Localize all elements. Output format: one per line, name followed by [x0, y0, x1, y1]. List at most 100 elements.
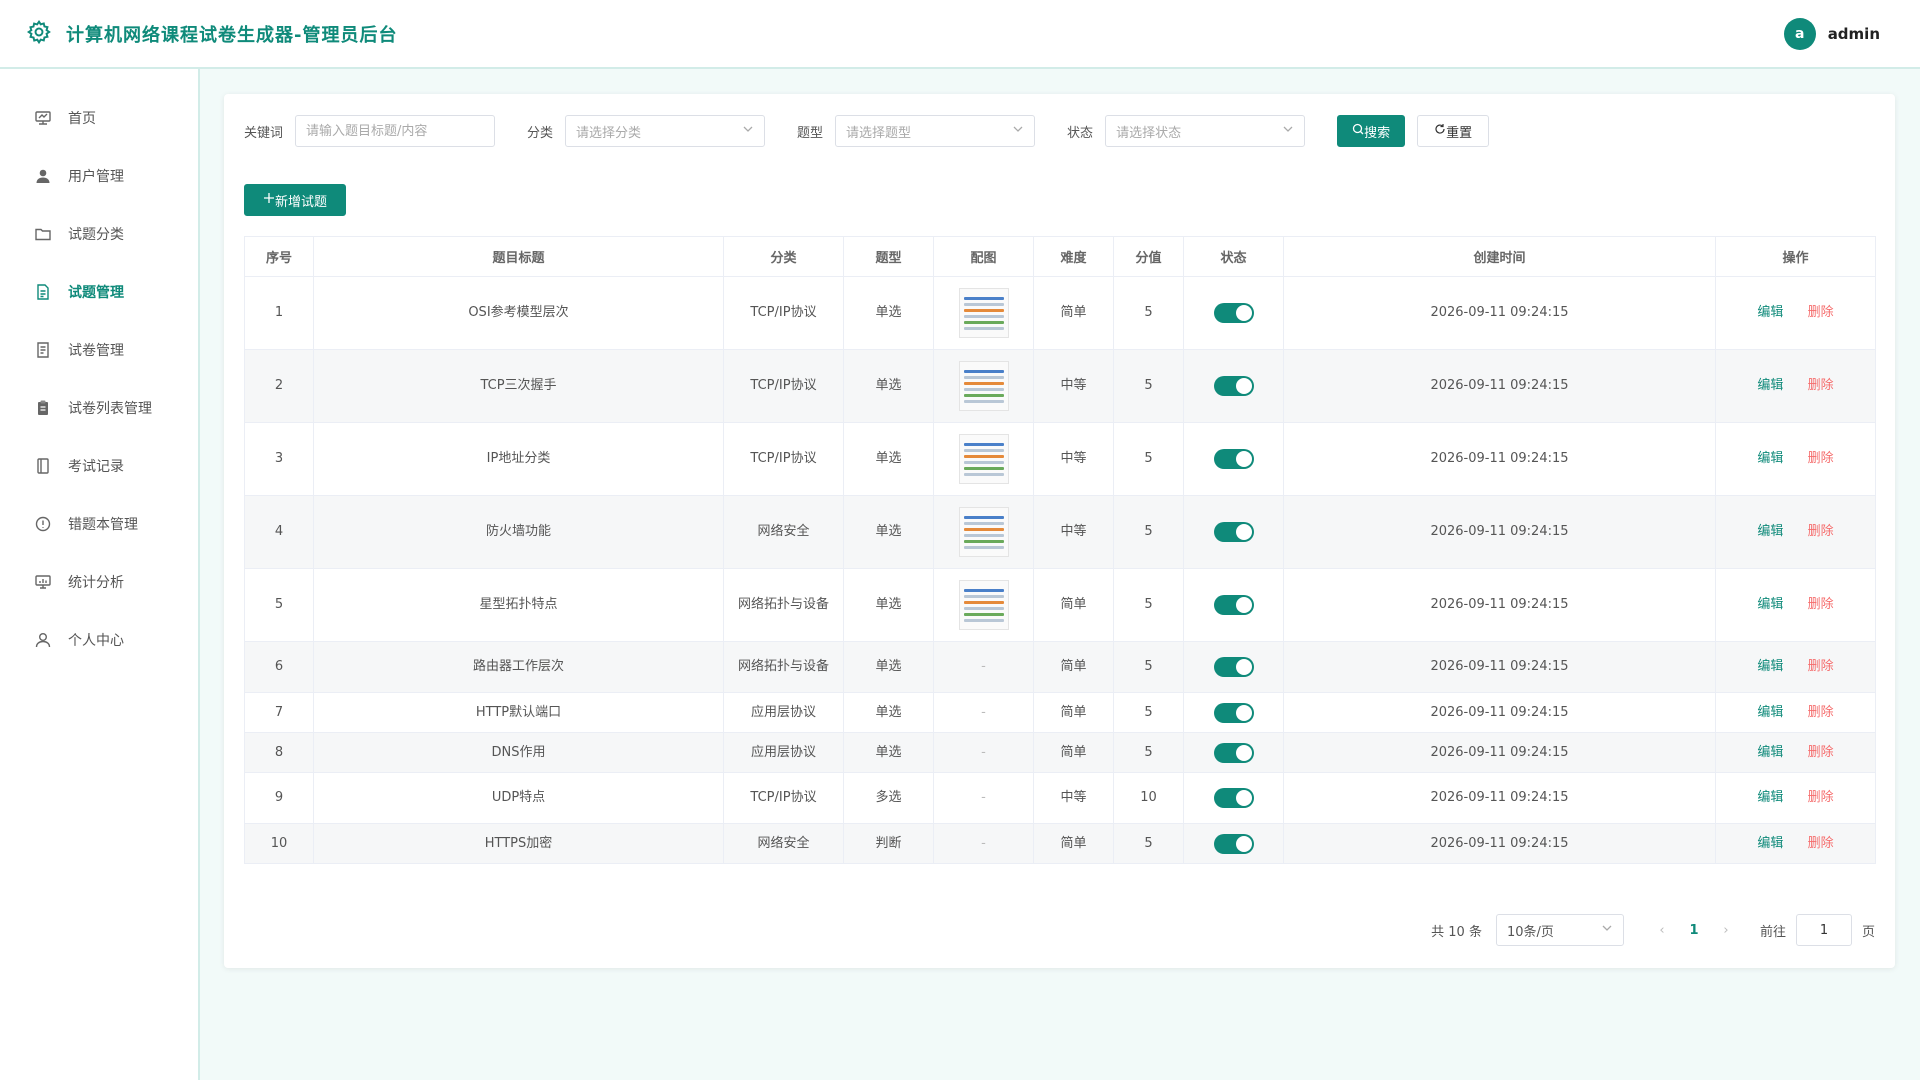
type-select[interactable]: 请选择题型 [835, 115, 1036, 147]
table-row: 10 HTTPS加密 网络安全 判断 - 简单 5 2026-09-11 09:… [244, 823, 1876, 864]
monitor-icon [34, 109, 52, 127]
delete-button[interactable]: 删除 [1808, 833, 1834, 855]
question-image[interactable] [958, 434, 1009, 484]
category-select[interactable]: 请选择分类 [565, 115, 766, 147]
question-title: 防火墙功能 [313, 495, 724, 569]
sidebar-item-5[interactable]: 试卷列表管理 [0, 379, 198, 437]
username[interactable]: admin [1828, 25, 1880, 43]
question-image[interactable] [958, 580, 1009, 630]
delete-button[interactable]: 删除 [1808, 742, 1834, 764]
actions-cell: 编辑 删除 [1715, 823, 1876, 864]
delete-button[interactable]: 删除 [1808, 375, 1834, 397]
status-toggle[interactable] [1213, 833, 1254, 854]
type-label: 题型 [797, 125, 824, 141]
edit-button[interactable]: 编辑 [1757, 521, 1783, 543]
plus-icon [263, 192, 275, 208]
column-header: 分类 [723, 236, 844, 277]
next-page-icon[interactable]: › [1710, 923, 1742, 938]
page-size-value: 10条/页 [1506, 924, 1554, 940]
status-toggle[interactable] [1213, 657, 1254, 677]
edit-button[interactable]: 编辑 [1757, 702, 1783, 724]
edit-button[interactable]: 编辑 [1757, 833, 1783, 855]
status-cell [1183, 276, 1284, 350]
status-toggle[interactable] [1213, 788, 1254, 808]
question-difficulty: 简单 [1033, 276, 1114, 350]
status-toggle[interactable] [1213, 522, 1254, 542]
delete-button[interactable]: 删除 [1808, 448, 1834, 470]
status-toggle[interactable] [1213, 376, 1254, 396]
status-toggle[interactable] [1213, 595, 1254, 615]
question-title: DNS作用 [313, 732, 724, 773]
add-question-button[interactable]: 新增试题 [244, 184, 346, 216]
edit-button[interactable]: 编辑 [1757, 302, 1783, 324]
sidebar-item-label: 错题本管理 [68, 517, 138, 533]
edit-button[interactable]: 编辑 [1757, 656, 1783, 678]
delete-button[interactable]: 删除 [1808, 302, 1834, 324]
sidebar-item-6[interactable]: 考试记录 [0, 437, 198, 495]
delete-button[interactable]: 删除 [1808, 521, 1834, 543]
question-title: HTTP默认端口 [313, 692, 724, 733]
question-type: 单选 [843, 349, 934, 423]
image-cell: - [933, 732, 1034, 773]
prev-page-icon[interactable]: ‹ [1646, 923, 1678, 938]
question-image[interactable] [958, 288, 1009, 338]
status-toggle[interactable] [1213, 742, 1254, 763]
avatar[interactable]: a [1783, 17, 1816, 50]
delete-button[interactable]: 删除 [1808, 702, 1834, 724]
status-toggle[interactable] [1213, 303, 1254, 323]
sidebar-item-0[interactable]: 首页 [0, 89, 198, 147]
status-select[interactable]: 请选择状态 [1105, 115, 1306, 147]
edit-button[interactable]: 编辑 [1757, 375, 1783, 397]
created-time: 2026-09-11 09:24:15 [1283, 276, 1716, 350]
created-time: 2026-09-11 09:24:15 [1283, 422, 1716, 496]
status-cell [1183, 823, 1284, 864]
status-toggle[interactable] [1213, 449, 1254, 469]
gear-icon [26, 19, 52, 49]
sidebar-item-8[interactable]: 统计分析 [0, 553, 198, 611]
row-number: 4 [244, 495, 314, 569]
image-cell [933, 568, 1034, 642]
main-card: 关键词 分类 请选择分类 题型 请选择题型 状态 请选择状态 搜索 重置 [224, 94, 1895, 968]
status-toggle[interactable] [1213, 702, 1254, 723]
image-cell: - [933, 641, 1034, 693]
page-number[interactable]: 1 [1678, 923, 1710, 938]
status-label: 状态 [1067, 125, 1094, 141]
column-header: 题型 [843, 236, 934, 277]
search-button[interactable]: 搜索 [1337, 115, 1406, 147]
keyword-input[interactable] [295, 115, 496, 147]
category-placeholder: 请选择分类 [576, 125, 642, 141]
page-size-select[interactable]: 10条/页 [1495, 914, 1624, 946]
reset-button-label: 重置 [1446, 125, 1473, 141]
search-icon [1352, 123, 1364, 139]
table-row: 2 TCP三次握手 TCP/IP协议 单选 中等 5 2026-09-11 09… [244, 349, 1876, 423]
question-image[interactable] [958, 361, 1009, 411]
sidebar-item-4[interactable]: 试卷管理 [0, 321, 198, 379]
edit-button[interactable]: 编辑 [1757, 742, 1783, 764]
sidebar-item-2[interactable]: 试题分类 [0, 205, 198, 263]
question-category: TCP/IP协议 [723, 772, 844, 824]
category-label: 分类 [527, 125, 554, 141]
sidebar-item-7[interactable]: 错题本管理 [0, 495, 198, 553]
status-cell [1183, 568, 1284, 642]
reset-button[interactable]: 重置 [1417, 115, 1490, 147]
sidebar-item-label: 统计分析 [68, 575, 124, 591]
question-type: 单选 [843, 495, 934, 569]
edit-button[interactable]: 编辑 [1757, 448, 1783, 470]
sidebar-item-9[interactable]: 个人中心 [0, 611, 198, 669]
question-image[interactable] [958, 507, 1009, 557]
toolbar: 新增试题 [244, 184, 1875, 216]
delete-button[interactable]: 删除 [1808, 594, 1834, 616]
notebook-icon [34, 457, 52, 475]
user-menu[interactable]: a admin [1783, 17, 1880, 50]
actions-cell: 编辑 删除 [1715, 692, 1876, 733]
sidebar-item-1[interactable]: 用户管理 [0, 147, 198, 205]
delete-button[interactable]: 删除 [1808, 787, 1834, 809]
goto-page-input[interactable] [1795, 914, 1852, 946]
image-cell [933, 495, 1034, 569]
edit-button[interactable]: 编辑 [1757, 594, 1783, 616]
no-image: - [981, 744, 986, 760]
edit-button[interactable]: 编辑 [1757, 787, 1783, 809]
delete-button[interactable]: 删除 [1808, 656, 1834, 678]
image-cell [933, 422, 1034, 496]
sidebar-item-3[interactable]: 试题管理 [0, 263, 198, 321]
